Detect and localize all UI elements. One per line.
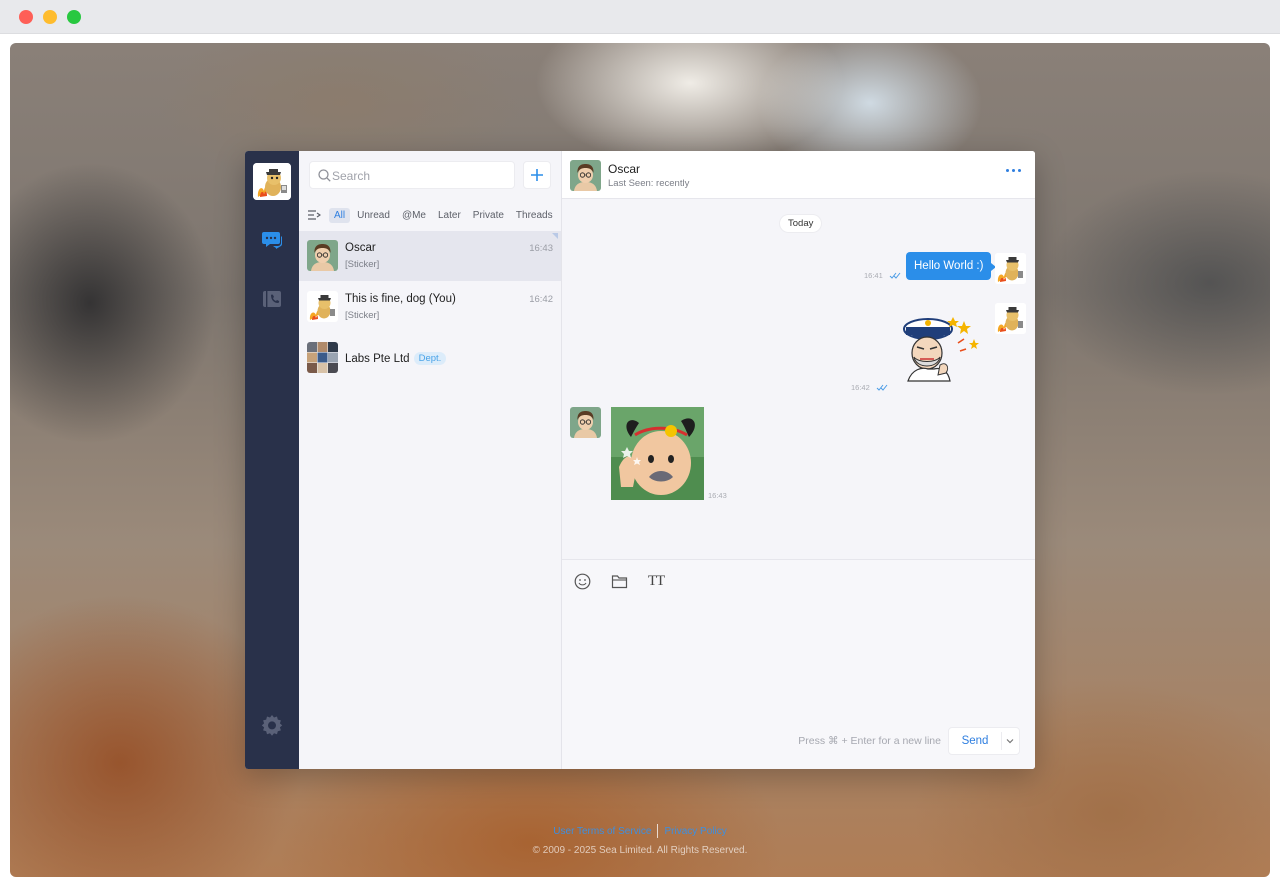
filter-menu-icon[interactable] bbox=[307, 208, 321, 222]
nav-rail bbox=[245, 151, 299, 769]
footer-links: User Terms of Service Privacy Policy bbox=[0, 824, 1280, 838]
sailor-captain-sticker[interactable] bbox=[898, 309, 984, 387]
plus-icon bbox=[531, 169, 543, 181]
search-input[interactable] bbox=[332, 166, 508, 186]
conversation-name: Labs Pte Ltd Dept. bbox=[345, 352, 447, 365]
group-avatar bbox=[307, 342, 338, 373]
copyright-text: © 2009 - 2025 Sea Limited. All Rights Re… bbox=[532, 845, 748, 856]
read-receipt-icon bbox=[889, 272, 901, 279]
conversation-name: Oscar bbox=[345, 242, 376, 254]
zoom-window-button[interactable] bbox=[67, 10, 81, 24]
chat-pane: Oscar Last Seen: recently Today 16:41 He… bbox=[562, 151, 1035, 769]
message-composer[interactable]: TT Press ⌘ + Enter for a new line Send bbox=[562, 559, 1035, 769]
chat-app-window: All Unread @Me Later Private Threads Os bbox=[245, 151, 1035, 769]
conversation-item-oscar[interactable]: Oscar [Sticker] 16:43 bbox=[299, 231, 561, 281]
minimize-window-button[interactable] bbox=[43, 10, 57, 24]
baby-face-sticker[interactable] bbox=[611, 407, 704, 500]
pinned-corner-icon bbox=[552, 233, 558, 239]
avatar[interactable] bbox=[570, 160, 601, 191]
search-icon bbox=[318, 169, 331, 182]
conversation-item-self[interactable]: This is fine, dog (You) [Sticker] 16:42 bbox=[299, 282, 561, 332]
filter-tab-unread[interactable]: Unread bbox=[352, 208, 395, 223]
message-time: 16:43 bbox=[708, 491, 727, 500]
conversation-time: 16:43 bbox=[529, 243, 553, 254]
privacy-link[interactable]: Privacy Policy bbox=[664, 826, 726, 837]
footer-divider bbox=[657, 824, 659, 838]
message-bubble[interactable]: Hello World :) bbox=[906, 252, 997, 280]
more-options-icon[interactable] bbox=[1006, 169, 1021, 172]
folder-icon[interactable] bbox=[609, 571, 629, 591]
send-button[interactable]: Send bbox=[949, 728, 1001, 754]
newline-hint: Press ⌘ + Enter for a new line bbox=[798, 735, 941, 747]
close-window-button[interactable] bbox=[19, 10, 33, 24]
filter-tab-private[interactable]: Private bbox=[468, 208, 509, 223]
avatar bbox=[307, 291, 338, 322]
profile-avatar[interactable] bbox=[253, 163, 291, 200]
chevron-down-icon[interactable] bbox=[1005, 736, 1015, 746]
oscar-avatar[interactable] bbox=[570, 407, 601, 438]
conversation-filters: All Unread @Me Later Private Threads bbox=[307, 206, 560, 224]
message-list: Today 16:41 Hello World :) 16:42 16:43 bbox=[562, 199, 1035, 559]
dept-badge: Dept. bbox=[413, 352, 447, 365]
conversation-name: This is fine, dog (You) bbox=[345, 293, 456, 305]
my-avatar bbox=[995, 303, 1026, 334]
read-receipt-icon bbox=[876, 384, 888, 391]
filter-tab-later[interactable]: Later bbox=[433, 208, 466, 223]
new-chat-button[interactable] bbox=[523, 161, 551, 189]
filter-tab-all[interactable]: All bbox=[329, 207, 351, 223]
chats-nav-icon[interactable] bbox=[260, 228, 284, 252]
date-separator: Today bbox=[780, 215, 822, 232]
terms-link[interactable]: User Terms of Service bbox=[553, 826, 651, 837]
my-avatar bbox=[995, 253, 1026, 284]
chat-title: Oscar bbox=[608, 162, 641, 176]
conversation-time: 16:42 bbox=[529, 294, 553, 305]
message-time: 16:41 bbox=[864, 271, 883, 280]
conversation-list-panel: All Unread @Me Later Private Threads Os bbox=[299, 151, 562, 769]
avatar bbox=[307, 240, 338, 271]
text-format-icon[interactable]: TT bbox=[646, 571, 666, 591]
contacts-nav-icon[interactable] bbox=[260, 287, 284, 311]
filter-tab-threads[interactable]: Threads bbox=[511, 208, 558, 223]
last-seen-status: Last Seen: recently bbox=[608, 178, 690, 189]
conversation-item-labs[interactable]: Labs Pte Ltd Dept. bbox=[299, 333, 561, 383]
conversation-preview: [Sticker] bbox=[345, 259, 380, 270]
send-divider bbox=[1001, 732, 1002, 750]
send-button-group: Send bbox=[948, 727, 1020, 755]
settings-gear-icon[interactable] bbox=[260, 713, 284, 737]
message-time: 16:42 bbox=[851, 383, 870, 392]
emoji-icon[interactable] bbox=[572, 571, 592, 591]
conversation-preview: [Sticker] bbox=[345, 310, 380, 321]
filter-tab-mentions[interactable]: @Me bbox=[397, 208, 431, 223]
window-titlebar bbox=[0, 0, 1280, 34]
chat-header: Oscar Last Seen: recently bbox=[562, 151, 1035, 199]
search-box[interactable] bbox=[309, 161, 515, 189]
